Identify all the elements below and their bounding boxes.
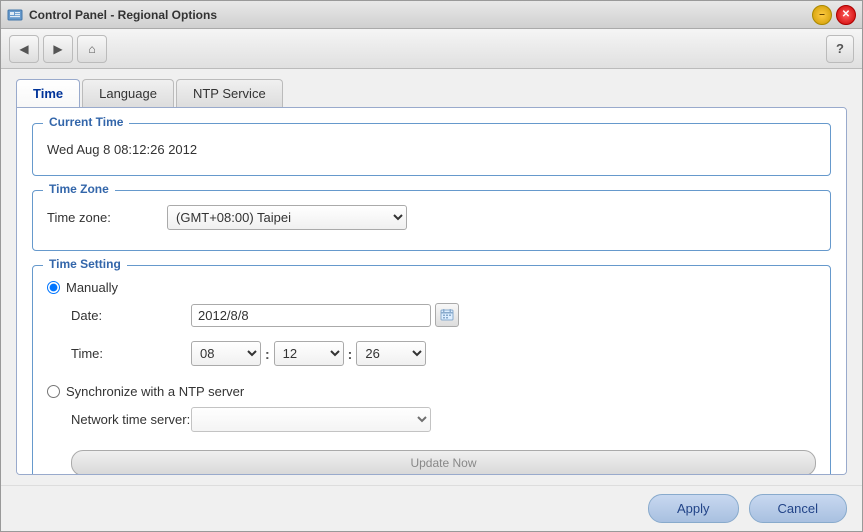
date-input-wrapper — [191, 303, 459, 327]
time-selects: 08 00010203 04050607 09101112 : 12 — [191, 341, 426, 366]
ntp-server-row: Network time server: — [71, 407, 816, 432]
tab-ntp-service[interactable]: NTP Service — [176, 79, 283, 107]
time-zone-body: Time zone: (GMT+08:00) Taipei (GMT+00:00… — [47, 205, 816, 230]
content-area: Time Language NTP Service Current Time W… — [1, 69, 862, 485]
date-row: Date: — [71, 303, 816, 327]
cancel-button[interactable]: Cancel — [749, 494, 847, 523]
back-button[interactable]: ◀ — [9, 35, 39, 63]
time-zone-title: Time Zone — [43, 182, 115, 196]
manually-option: Manually Date: — [47, 280, 816, 372]
help-button[interactable]: ? — [826, 35, 854, 63]
tab-content-time: Current Time Wed Aug 8 08:12:26 2012 Tim… — [16, 107, 847, 475]
window-title: Control Panel - Regional Options — [29, 8, 812, 22]
manually-radio[interactable] — [47, 281, 60, 294]
main-window: Control Panel - Regional Options – ✕ ◀ ▶… — [0, 0, 863, 532]
ntp-option: Synchronize with a NTP server Network ti… — [47, 384, 816, 475]
close-button[interactable]: ✕ — [836, 5, 856, 25]
forward-button[interactable]: ▶ — [43, 35, 73, 63]
title-bar-buttons: – ✕ — [812, 5, 856, 25]
date-input[interactable] — [191, 304, 431, 327]
apply-button[interactable]: Apply — [648, 494, 739, 523]
minimize-button[interactable]: – — [812, 5, 832, 25]
time-label: Time: — [71, 346, 191, 361]
current-time-value: Wed Aug 8 08:12:26 2012 — [47, 138, 816, 161]
time-row: Time: 08 00010203 04050607 09101112 — [71, 341, 816, 366]
time-zone-select[interactable]: (GMT+08:00) Taipei (GMT+00:00) UTC (GMT+… — [167, 205, 407, 230]
update-now-button[interactable]: Update Now — [71, 450, 816, 475]
home-button[interactable]: ⌂ — [77, 35, 107, 63]
bottom-bar: Apply Cancel — [1, 485, 862, 531]
current-time-section: Current Time Wed Aug 8 08:12:26 2012 — [32, 123, 831, 176]
ntp-sync-label[interactable]: Synchronize with a NTP server — [47, 384, 816, 399]
current-time-body: Wed Aug 8 08:12:26 2012 — [47, 138, 816, 161]
hour-select[interactable]: 08 00010203 04050607 09101112 — [191, 341, 261, 366]
time-setting-title: Time Setting — [43, 257, 127, 271]
ntp-server-label: Network time server: — [71, 412, 191, 427]
time-zone-row: Time zone: (GMT+08:00) Taipei (GMT+00:00… — [47, 205, 816, 230]
toolbar: ◀ ▶ ⌂ ? — [1, 29, 862, 69]
manually-label[interactable]: Manually — [47, 280, 816, 295]
manually-fields: Date: — [71, 303, 816, 372]
time-zone-label: Time zone: — [47, 210, 167, 225]
title-bar: Control Panel - Regional Options – ✕ — [1, 1, 862, 29]
date-label: Date: — [71, 308, 191, 323]
calendar-button[interactable] — [435, 303, 459, 327]
ntp-server-select[interactable] — [191, 407, 431, 432]
time-setting-body: Manually Date: — [47, 280, 816, 475]
ntp-radio[interactable] — [47, 385, 60, 398]
tab-language[interactable]: Language — [82, 79, 174, 107]
colon-2: : — [348, 346, 353, 362]
colon-1: : — [265, 346, 270, 362]
tab-bar: Time Language NTP Service — [16, 79, 847, 107]
window-icon — [7, 7, 23, 23]
tab-time[interactable]: Time — [16, 79, 80, 107]
current-time-title: Current Time — [43, 115, 129, 129]
time-setting-section: Time Setting Manually Date: — [32, 265, 831, 475]
time-setting-radio-group: Manually Date: — [47, 280, 816, 475]
second-select[interactable]: 26 000510 15202530 — [356, 341, 426, 366]
time-zone-section: Time Zone Time zone: (GMT+08:00) Taipei … — [32, 190, 831, 251]
minute-select[interactable]: 12 000510 15202530 — [274, 341, 344, 366]
ntp-fields: Network time server: Update Now — [71, 407, 816, 475]
